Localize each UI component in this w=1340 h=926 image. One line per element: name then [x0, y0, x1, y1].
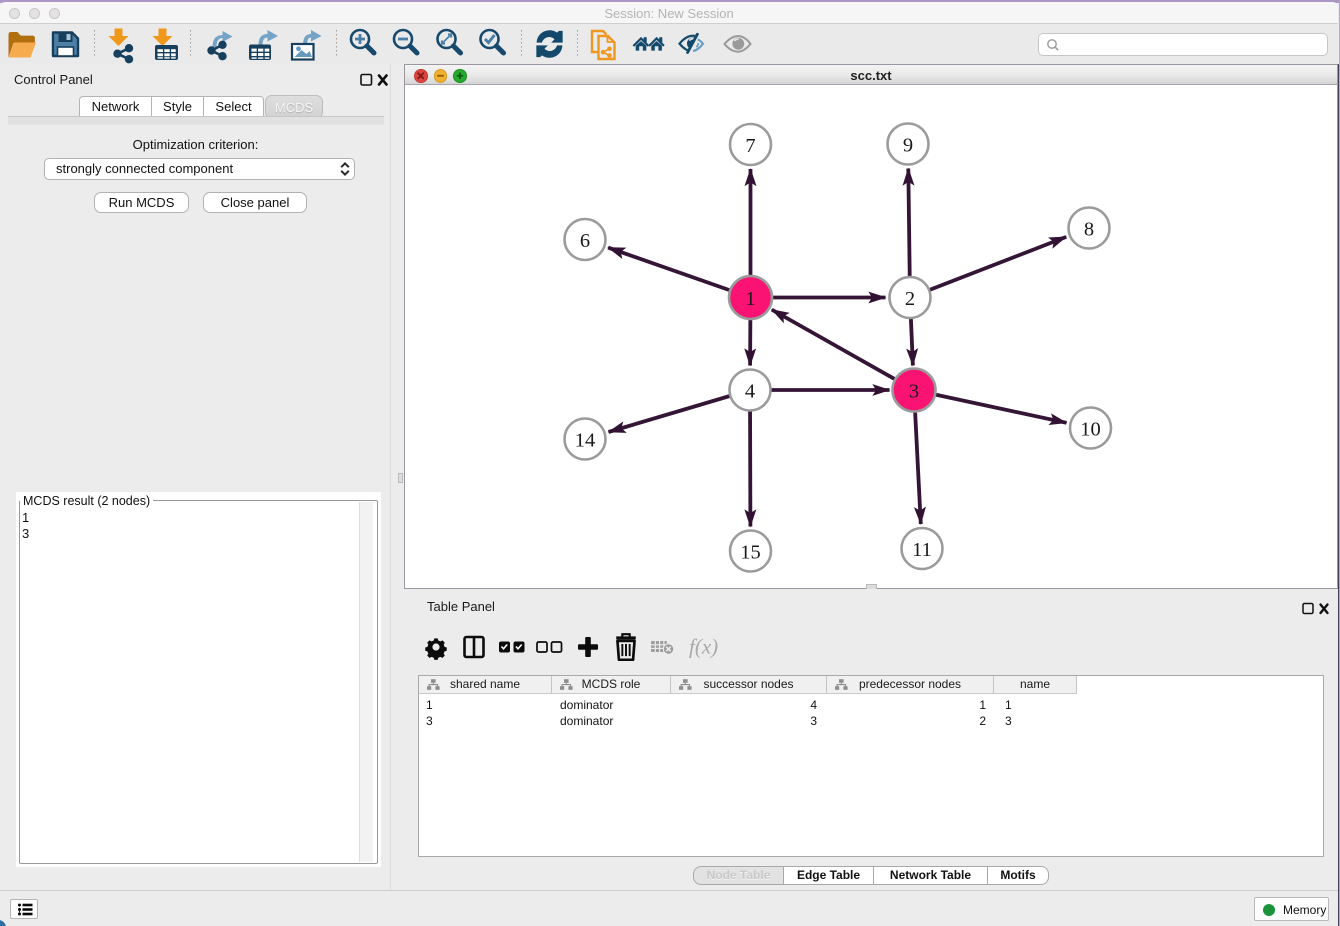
svg-text:10: 10 — [1080, 419, 1101, 441]
svg-text:8: 8 — [1084, 219, 1094, 241]
svg-text:15: 15 — [740, 542, 761, 564]
svg-text:1: 1 — [745, 288, 755, 310]
svg-text:4: 4 — [745, 381, 755, 403]
svg-text:7: 7 — [745, 135, 755, 157]
svg-text:f(x): f(x) — [689, 635, 718, 659]
svg-text:11: 11 — [912, 539, 932, 561]
svg-text:9: 9 — [903, 135, 913, 157]
svg-text:14: 14 — [575, 430, 596, 452]
svg-text:6: 6 — [580, 230, 590, 252]
svg-text:2: 2 — [905, 288, 915, 310]
svg-text:3: 3 — [909, 381, 919, 403]
